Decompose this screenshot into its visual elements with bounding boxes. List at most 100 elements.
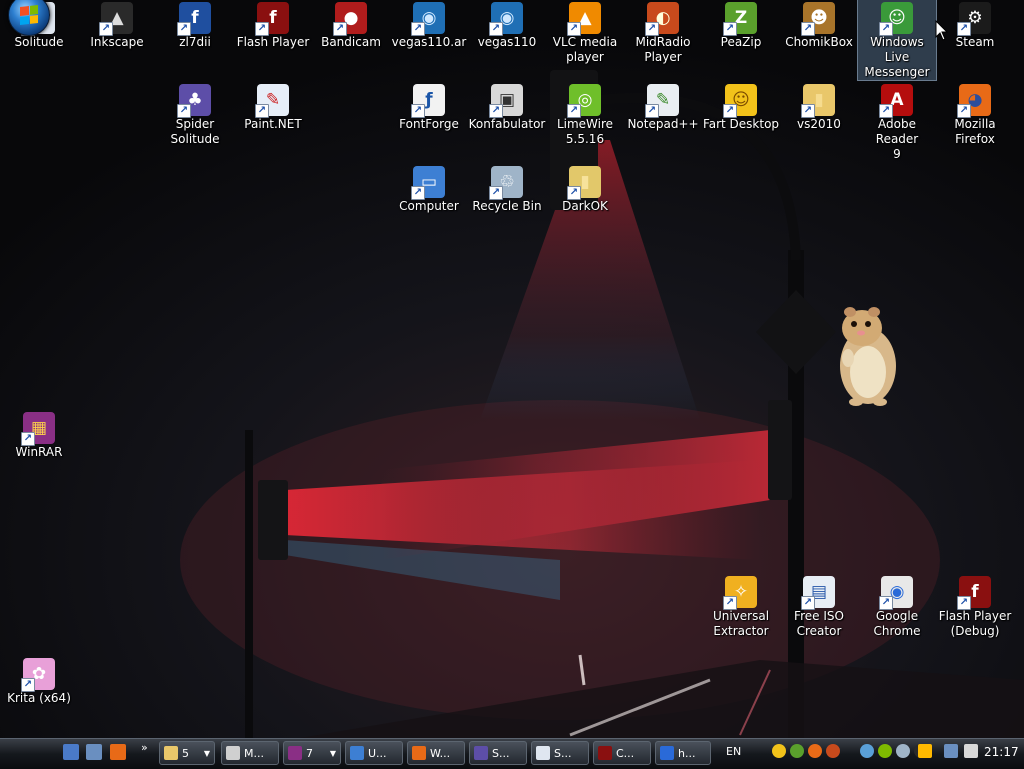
app-tray-icon-2[interactable]: [826, 744, 840, 758]
recycle-bin-graphic-icon: ♲ ↗: [489, 166, 523, 200]
app-tray-icon-6[interactable]: [918, 744, 932, 758]
language-indicator[interactable]: EN: [726, 745, 741, 758]
desktop-icon-label: vegas110: [477, 35, 537, 49]
krita-icon[interactable]: ✿ ↗ Krita (x64): [0, 656, 78, 706]
flash-player-icon[interactable]: f ↗ Flash Player: [234, 0, 312, 50]
switch-windows-icon[interactable]: [86, 744, 102, 760]
taskbar-button-h[interactable]: h...: [655, 741, 711, 765]
windows-live-messenger-icon[interactable]: ☺ ↗ Windows Live Messenger: [857, 0, 937, 81]
shortcut-arrow-icon: ↗: [879, 104, 893, 118]
shortcut-arrow-icon: ↗: [21, 678, 35, 692]
shortcut-arrow-icon: ↗: [177, 104, 191, 118]
inkscape-graphic-icon: ▲ ↗: [99, 2, 133, 36]
vs2010-folder-icon[interactable]: ▮ ↗ vs2010: [780, 82, 858, 132]
taskbar-app-icon: [474, 746, 488, 760]
universal-extractor-icon[interactable]: ✧ ↗ Universal Extractor: [702, 574, 780, 639]
taskbar-button-m[interactable]: M...: [221, 741, 279, 765]
show-desktop-icon[interactable]: [63, 744, 79, 760]
emoticon-tray-icon[interactable]: [772, 744, 786, 758]
taskbar-button-label: h...: [678, 747, 696, 760]
universal-extractor-graphic-icon: ✧ ↗: [723, 576, 757, 610]
taskbar-group-winrar[interactable]: 7 ▼: [283, 741, 341, 765]
taskbar-button-u[interactable]: U...: [345, 741, 403, 765]
shortcut-arrow-icon: ↗: [411, 22, 425, 36]
chrome-graphic-icon: ◉ ↗: [879, 576, 913, 610]
limewire-icon[interactable]: ◎ ↗ LimeWire 5.5.16: [546, 82, 624, 147]
desktop-icon-label: vs2010: [797, 117, 841, 131]
notepad-plus-icon[interactable]: ✎ ↗ Notepad++: [624, 82, 702, 132]
taskbar-app-icon: [536, 746, 550, 760]
zl7dii-icon[interactable]: f ↗ zl7dii: [156, 0, 234, 50]
desktop-icon-label: Paint.NET: [244, 117, 302, 131]
desktop-icon-label: ChomikBox: [785, 35, 853, 49]
volume-tray-icon[interactable]: [964, 744, 978, 758]
taskbar-button-label: 7: [306, 747, 313, 760]
messenger-tray-icon[interactable]: [790, 744, 804, 758]
konfabulator-icon[interactable]: ▣ ↗ Konfabulator: [468, 82, 546, 132]
chomikbox-icon[interactable]: ☻ ↗ ChomikBox: [780, 0, 858, 50]
desktop-icon-label: Windows Live Messenger: [864, 35, 930, 79]
spider-solitude-graphic-icon: ♣ ↗: [177, 84, 211, 118]
app-tray-icon-3[interactable]: [878, 744, 892, 758]
firefox-quicklaunch-icon[interactable]: [110, 744, 126, 760]
shortcut-arrow-icon: ↗: [489, 186, 503, 200]
bandicam-icon[interactable]: ● ↗ Bandicam: [312, 0, 390, 50]
vegas-ar-graphic-icon: ◉ ↗: [411, 2, 445, 36]
desktop-icon-label: WinRAR: [15, 445, 63, 459]
desktop-icon-label: Fart Desktop: [702, 117, 780, 131]
taskbar-button-c[interactable]: C...: [593, 741, 651, 765]
desktop-icon-label: Mozilla Firefox: [954, 117, 996, 146]
darkok-folder-icon[interactable]: ▮ ↗ DarkOK: [546, 164, 624, 214]
shortcut-arrow-icon: ↗: [411, 104, 425, 118]
winrar-icon[interactable]: ▦ ↗ WinRAR: [0, 410, 78, 460]
windows-live-messenger-graphic-icon: ☺ ↗: [879, 2, 913, 36]
mouse-cursor-icon: [935, 20, 949, 41]
adobe-reader-icon[interactable]: A ↗ Adobe Reader 9: [858, 82, 936, 162]
taskbar-button-s2[interactable]: S...: [531, 741, 589, 765]
app-tray-icon-1[interactable]: [808, 744, 822, 758]
taskbar-app-icon: [412, 746, 426, 760]
vegas-graphic-icon: ◉ ↗: [489, 2, 523, 36]
taskbar-button-s1[interactable]: S...: [469, 741, 527, 765]
vegas-icon[interactable]: ◉ ↗ vegas110: [468, 0, 546, 50]
network-tray-icon[interactable]: [860, 744, 874, 758]
vlc-icon[interactable]: ▲ ↗ VLC media player: [546, 0, 624, 65]
taskbar-button-label: M...: [244, 747, 264, 760]
paint-net-icon[interactable]: ✎ ↗ Paint.NET: [234, 82, 312, 132]
quick-launch-overflow-button[interactable]: »: [141, 741, 148, 754]
darkok-folder-graphic-icon: ▮ ↗: [567, 166, 601, 200]
taskbar-group-explorer[interactable]: 5 ▼: [159, 741, 215, 765]
monitor-tray-icon[interactable]: [944, 744, 958, 758]
desktop-icon-label: Google Chrome: [873, 609, 921, 638]
app-tray-icon-4[interactable]: [896, 744, 910, 758]
notepad-plus-graphic-icon: ✎ ↗: [645, 84, 679, 118]
midradio-icon[interactable]: ◐ ↗ MidRadio Player: [624, 0, 702, 65]
taskbar-button-label: W...: [430, 747, 451, 760]
fontforge-icon[interactable]: ƒ ↗ FontForge: [390, 82, 468, 132]
taskbar-button-label: U...: [368, 747, 387, 760]
computer-icon[interactable]: ▭ ↗ Computer: [390, 164, 468, 214]
peazip-icon[interactable]: Z ↗ PeaZip: [702, 0, 780, 50]
taskbar-button-label: S...: [492, 747, 510, 760]
fart-desktop-icon[interactable]: ☺ ↗ Fart Desktop: [702, 82, 780, 132]
paint-net-graphic-icon: ✎ ↗: [255, 84, 289, 118]
free-iso-creator-icon[interactable]: ▤ ↗ Free ISO Creator: [780, 574, 858, 639]
recycle-bin-icon[interactable]: ♲ ↗ Recycle Bin: [468, 164, 546, 214]
chrome-icon[interactable]: ◉ ↗ Google Chrome: [858, 574, 936, 639]
taskbar-app-icon: [226, 746, 240, 760]
spider-solitude-icon[interactable]: ♣ ↗ Spider Solitude: [156, 82, 234, 147]
chevron-down-icon: ▼: [329, 749, 336, 758]
vegas-ar-icon[interactable]: ◉ ↗ vegas110.ar: [390, 0, 468, 50]
desktop-icon-label: FontForge: [399, 117, 459, 131]
flash-player-graphic-icon: f ↗: [255, 2, 289, 36]
clock[interactable]: 21:17: [984, 745, 1019, 759]
flash-player-debug-icon[interactable]: f ↗ Flash Player (Debug): [936, 574, 1014, 639]
inkscape-icon[interactable]: ▲ ↗ Inkscape: [78, 0, 156, 50]
firefox-icon[interactable]: ◕ ↗ Mozilla Firefox: [936, 82, 1014, 147]
shortcut-arrow-icon: ↗: [255, 22, 269, 36]
hamster-desktop-pet[interactable]: [834, 306, 900, 408]
taskbar-button-label: 5: [182, 747, 189, 760]
taskbar-button-w[interactable]: W...: [407, 741, 465, 765]
shortcut-arrow-icon: ↗: [723, 22, 737, 36]
shortcut-arrow-icon: ↗: [177, 22, 191, 36]
